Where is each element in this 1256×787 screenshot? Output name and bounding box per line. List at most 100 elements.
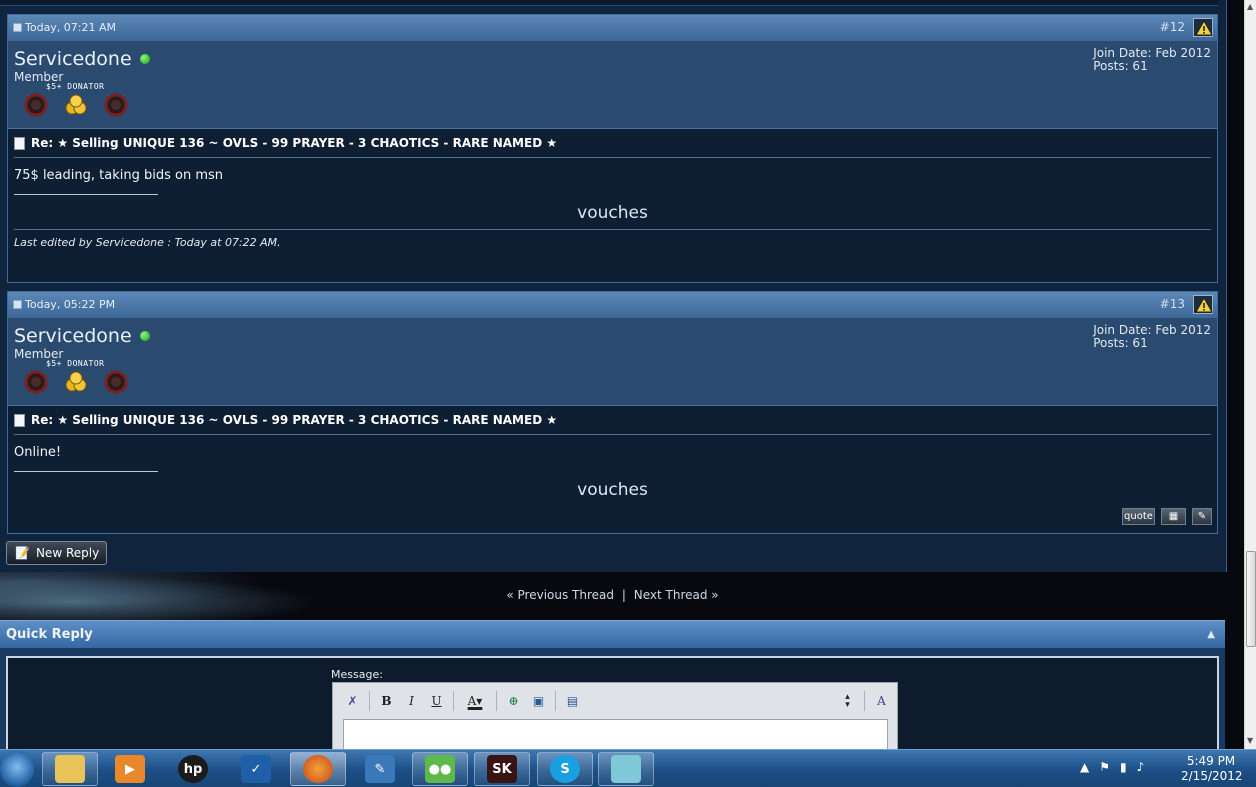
post-date-text: Today, 07:21 AM (25, 21, 117, 34)
underline-icon[interactable]: U (425, 690, 448, 712)
username[interactable]: Servicedone (14, 48, 150, 70)
multi-quote-icon[interactable]: ▦ (1161, 508, 1186, 525)
firefox-icon (303, 755, 333, 783)
signature-divider (14, 194, 158, 195)
dragon-badge-icon (104, 93, 128, 117)
quick-reply-icon[interactable]: ✎ (1192, 508, 1212, 525)
scrollbar-thumb[interactable] (1246, 551, 1256, 647)
post-title-text: Re: ★ Selling UNIQUE 136 ~ OVLS - 99 PRA… (31, 136, 558, 150)
user-stats: Join Date: Feb 2012 Posts: 61 (1093, 47, 1211, 73)
quick-reply-panel: Quick Reply ▲ Message: ✗ B I U A▾ ⊕ ▣ ▤ … (0, 620, 1225, 749)
post-header: Today, 05:22 PM #13 (8, 292, 1217, 318)
taskbar-media-player[interactable]: ▶ (102, 752, 158, 786)
new-reply-button[interactable]: 📝 New Reply (6, 541, 107, 565)
post-count: Posts: 61 (1093, 336, 1148, 350)
document-icon (14, 413, 25, 427)
font-color-icon[interactable]: A▾ (459, 690, 491, 712)
notes-icon (611, 755, 641, 783)
clock-time: 5:49 PM (1186, 754, 1236, 768)
post-date: Today, 05:22 PM (13, 298, 115, 311)
game-icon: SK (487, 755, 517, 783)
scroll-up-icon[interactable]: ▲ (1247, 2, 1253, 11)
action-center-icon[interactable]: ⚑ (1099, 760, 1110, 774)
post-status-icon (13, 300, 22, 309)
taskbar-messenger[interactable]: ●● (412, 752, 468, 786)
quote-tag-icon[interactable]: ▤ (561, 690, 584, 712)
previous-thread-link[interactable]: « Previous Thread (506, 588, 614, 602)
post-13: Today, 05:22 PM #13 Servicedone Member $… (7, 291, 1218, 534)
username-text[interactable]: Servicedone (14, 48, 132, 70)
message-label: Message: (331, 668, 383, 681)
system-clock[interactable]: 5:49 PM 2/15/2012 (1181, 754, 1243, 784)
thread-container: Today, 07:21 AM #12 Servicedone Member $… (0, 0, 1227, 572)
thread-navigation: « Previous Thread | Next Thread » (0, 588, 1225, 602)
post-message: 75$ leading, taking bids on msn (14, 168, 223, 183)
pencil-icon: ✎ (365, 755, 395, 783)
volume-icon[interactable]: ♪ (1137, 760, 1145, 774)
skype-icon: S (550, 755, 580, 783)
post-message: Online! (14, 445, 62, 460)
taskbar-game[interactable]: SK (474, 752, 530, 786)
scroll-down-icon[interactable]: ▼ (1247, 736, 1253, 745)
italic-icon[interactable]: I (400, 690, 423, 712)
dragon-badge-icon (104, 370, 128, 394)
vertical-scrollbar[interactable]: ▲ ▼ (1244, 0, 1256, 749)
post-actions: quote ▦ ✎ (1122, 508, 1212, 525)
taskbar-hp[interactable]: hp (165, 752, 221, 786)
toolbar-divider (496, 691, 497, 711)
show-hidden-icons-icon[interactable]: ▲ (1080, 760, 1089, 774)
report-post-icon[interactable] (1193, 295, 1213, 314)
online-status-icon (139, 54, 150, 64)
report-post-icon[interactable] (1193, 18, 1213, 37)
windows-taskbar: ▶ hp ✓ ✎ ●● SK S ▲ ⚑ ▮ ♪ 5:49 PM 2/15/20… (0, 749, 1256, 787)
forum-page: Today, 07:21 AM #12 Servicedone Member $… (0, 0, 1244, 749)
message-editor: ✗ B I U A▾ ⊕ ▣ ▤ ▴ ▾ A (332, 682, 898, 749)
post-body: Re: ★ Selling UNIQUE 136 ~ OVLS - 99 PRA… (8, 129, 1217, 374)
edit-note: Last edited by Servicedone : Today at 07… (14, 229, 1211, 249)
quick-reply-title: Quick Reply (6, 627, 93, 642)
taskbar-explorer[interactable] (42, 752, 98, 786)
hp-icon: hp (178, 755, 208, 783)
message-textarea[interactable] (343, 719, 888, 749)
user-info-bar: Servicedone Member $5+ DONATOR Join Date… (8, 41, 1217, 129)
username-text[interactable]: Servicedone (14, 325, 132, 347)
collapse-icon[interactable]: ▲ (1207, 629, 1215, 640)
toolbar-divider (864, 691, 865, 711)
post-status-icon (13, 23, 22, 32)
clock-date: 2/15/2012 (1181, 769, 1243, 783)
taskbar-task-app[interactable]: ✓ (228, 752, 284, 786)
taskbar-writer[interactable]: ✎ (352, 752, 408, 786)
switch-editor-mode-icon[interactable]: A (870, 690, 893, 712)
start-button[interactable] (0, 751, 34, 787)
post-body: Re: ★ Selling UNIQUE 136 ~ OVLS - 99 PRA… (8, 406, 1217, 525)
previous-post-edge (0, 0, 1218, 6)
network-icon[interactable]: ▮ (1120, 760, 1127, 774)
document-icon (14, 136, 25, 150)
media-player-icon: ▶ (115, 755, 145, 783)
taskbar-skype[interactable]: S (537, 752, 593, 786)
quick-reply-header: Quick Reply ▲ (0, 620, 1225, 648)
post-title: Re: ★ Selling UNIQUE 136 ~ OVLS - 99 PRA… (14, 406, 1211, 435)
insert-link-icon[interactable]: ⊕ (502, 690, 525, 712)
signature-link[interactable]: vouches (14, 480, 1211, 500)
post-number-link[interactable]: #13 (1160, 297, 1185, 311)
toolbar-divider (369, 691, 370, 711)
resize-arrows-icon[interactable]: ▴ ▾ (836, 690, 859, 712)
checkmark-icon: ✓ (241, 755, 271, 783)
remove-format-icon[interactable]: ✗ (341, 690, 364, 712)
dragon-badge-icon (24, 93, 48, 117)
bold-icon[interactable]: B (375, 690, 398, 712)
user-info-bar: Servicedone Member $5+ DONATOR Join Date… (8, 318, 1217, 406)
signature-divider (14, 471, 158, 472)
insert-image-icon[interactable]: ▣ (527, 690, 550, 712)
username[interactable]: Servicedone (14, 325, 150, 347)
system-tray: ▲ ⚑ ▮ ♪ (1080, 760, 1144, 774)
post-number-link[interactable]: #12 (1160, 20, 1185, 34)
taskbar-firefox[interactable] (290, 752, 346, 786)
next-thread-link[interactable]: Next Thread » (634, 588, 719, 602)
toolbar-divider (453, 691, 454, 711)
quote-button[interactable]: quote (1122, 508, 1155, 525)
signature-link[interactable]: vouches (14, 203, 1211, 223)
coins-badge-icon (65, 371, 87, 392)
taskbar-notes[interactable] (598, 752, 654, 786)
